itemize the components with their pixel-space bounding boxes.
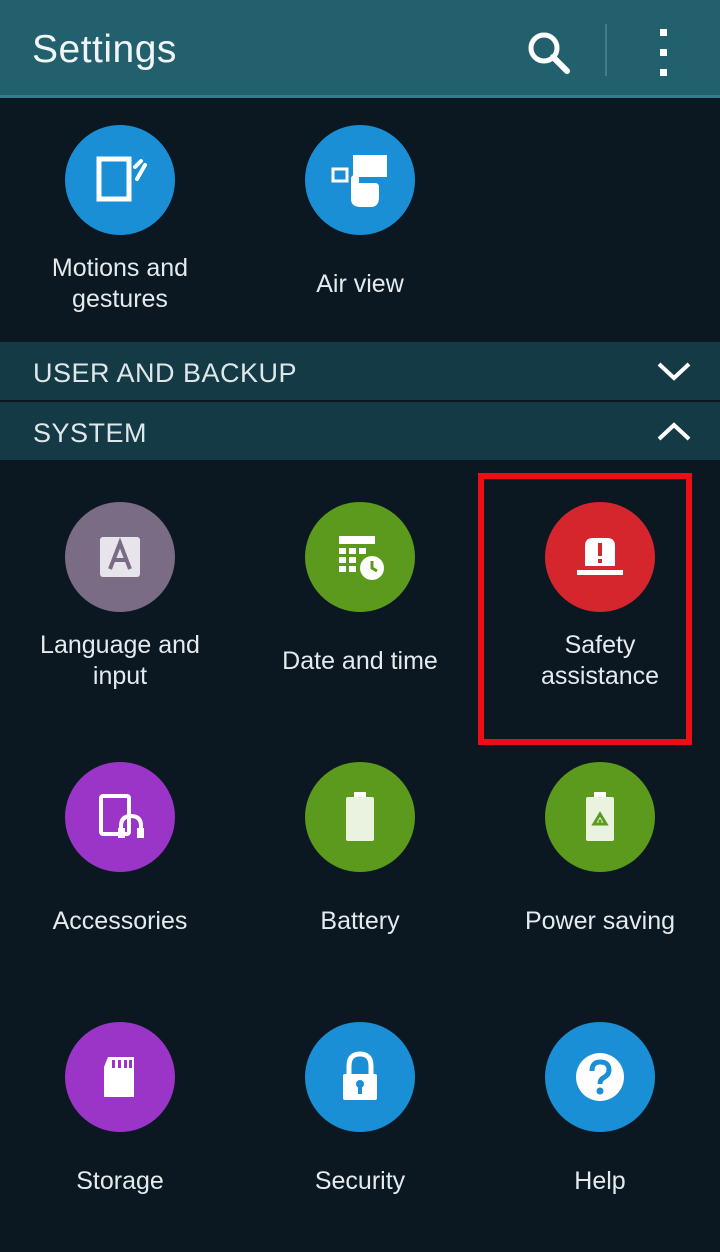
item-security[interactable]: Security bbox=[240, 1012, 480, 1252]
section-system[interactable]: SYSTEM bbox=[0, 402, 720, 460]
item-label: Storage bbox=[76, 1167, 164, 1195]
item-air-view[interactable]: Air view bbox=[240, 115, 480, 355]
item-motions-and-gestures[interactable]: Motions and gestures bbox=[0, 115, 240, 355]
item-label: Battery bbox=[320, 907, 400, 935]
language-icon bbox=[65, 502, 175, 612]
power-saving-icon bbox=[545, 762, 655, 872]
header-divider bbox=[605, 24, 607, 76]
search-icon bbox=[528, 32, 570, 74]
item-power-saving[interactable]: Power saving bbox=[480, 752, 720, 992]
more-options-button[interactable] bbox=[640, 24, 688, 80]
page-title: Settings bbox=[32, 28, 177, 71]
item-label: Date and time bbox=[282, 647, 438, 675]
accessories-icon bbox=[65, 762, 175, 872]
item-language-and-input[interactable]: Language and input bbox=[0, 492, 240, 732]
item-label: Help bbox=[574, 1167, 626, 1195]
calendar-clock-icon bbox=[305, 502, 415, 612]
item-label: Power saving bbox=[524, 907, 676, 935]
help-icon bbox=[545, 1022, 655, 1132]
air-view-icon bbox=[305, 125, 415, 235]
search-button[interactable] bbox=[520, 24, 576, 80]
motions-icon bbox=[65, 125, 175, 235]
sd-card-icon bbox=[65, 1022, 175, 1132]
item-label: Air view bbox=[316, 270, 404, 298]
chevron-down-icon bbox=[657, 362, 691, 381]
action-bar: Settings bbox=[0, 0, 720, 98]
item-storage[interactable]: Storage bbox=[0, 1012, 240, 1252]
item-accessories[interactable]: Accessories bbox=[0, 752, 240, 992]
safety-alert-icon bbox=[545, 502, 655, 612]
item-safety-assistance[interactable]: Safety assistance bbox=[480, 492, 720, 732]
item-label: Safety assistance bbox=[540, 631, 660, 690]
section-label: USER AND BACKUP bbox=[33, 358, 298, 388]
item-label: Security bbox=[314, 1167, 406, 1195]
item-date-and-time[interactable]: Date and time bbox=[240, 492, 480, 732]
item-label: Language and input bbox=[40, 631, 200, 690]
more-vert-icon bbox=[660, 29, 667, 76]
lock-icon bbox=[305, 1022, 415, 1132]
item-battery[interactable]: Battery bbox=[240, 752, 480, 992]
item-label: Accessories bbox=[52, 907, 188, 935]
chevron-up-icon bbox=[657, 422, 691, 441]
section-user-and-backup[interactable]: USER AND BACKUP bbox=[0, 342, 720, 402]
item-help[interactable]: Help bbox=[480, 1012, 720, 1252]
battery-icon bbox=[305, 762, 415, 872]
section-label: SYSTEM bbox=[33, 418, 148, 448]
item-label: Motions and gestures bbox=[51, 254, 189, 313]
